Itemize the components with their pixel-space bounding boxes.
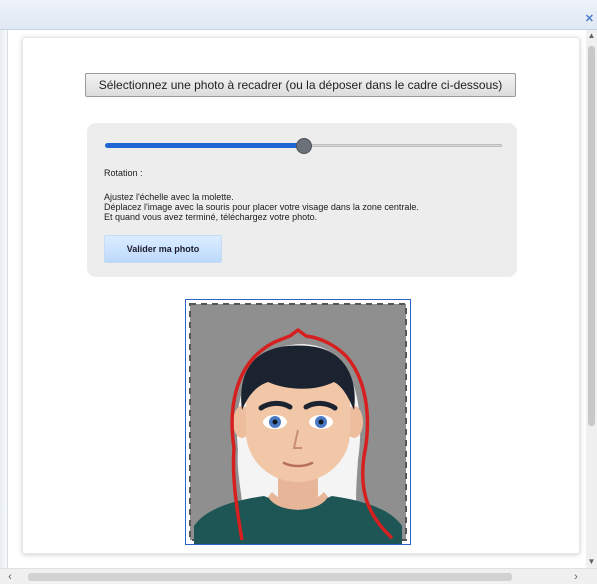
scroll-up-icon[interactable]: ▲ <box>586 30 597 42</box>
vertical-scroll-thumb[interactable] <box>588 46 595 426</box>
instruction-line: Et quand vous avez terminé, téléchargez … <box>104 212 318 222</box>
horizontal-scrollbar[interactable]: ‹ › <box>0 568 597 584</box>
avatar-face-icon <box>186 300 410 544</box>
scroll-left-icon[interactable]: ‹ <box>3 569 17 584</box>
photo-crop-frame[interactable] <box>185 299 411 545</box>
scale-slider-handle[interactable] <box>296 138 312 154</box>
close-icon[interactable]: ✕ <box>585 14 594 25</box>
window-left-edge <box>0 30 8 568</box>
select-photo-button[interactable]: Sélectionnez une photo à recadrer (ou la… <box>85 73 516 97</box>
window-titlebar: ✕ <box>0 0 597 30</box>
vertical-scrollbar[interactable]: ▲ ▼ <box>586 30 597 568</box>
validate-photo-button[interactable]: Valider ma photo <box>104 235 222 263</box>
scroll-right-icon[interactable]: › <box>569 569 583 584</box>
rotation-label: Rotation : <box>104 168 143 178</box>
instruction-line: Déplacez l'image avec la souris pour pla… <box>104 202 419 212</box>
scroll-down-icon[interactable]: ▼ <box>586 556 597 568</box>
instructions: Ajustez l'échelle avec la molette. Dépla… <box>104 192 419 222</box>
horizontal-scroll-thumb[interactable] <box>28 573 512 581</box>
instruction-line: Ajustez l'échelle avec la molette. <box>104 192 234 202</box>
scale-slider-fill <box>105 143 304 148</box>
